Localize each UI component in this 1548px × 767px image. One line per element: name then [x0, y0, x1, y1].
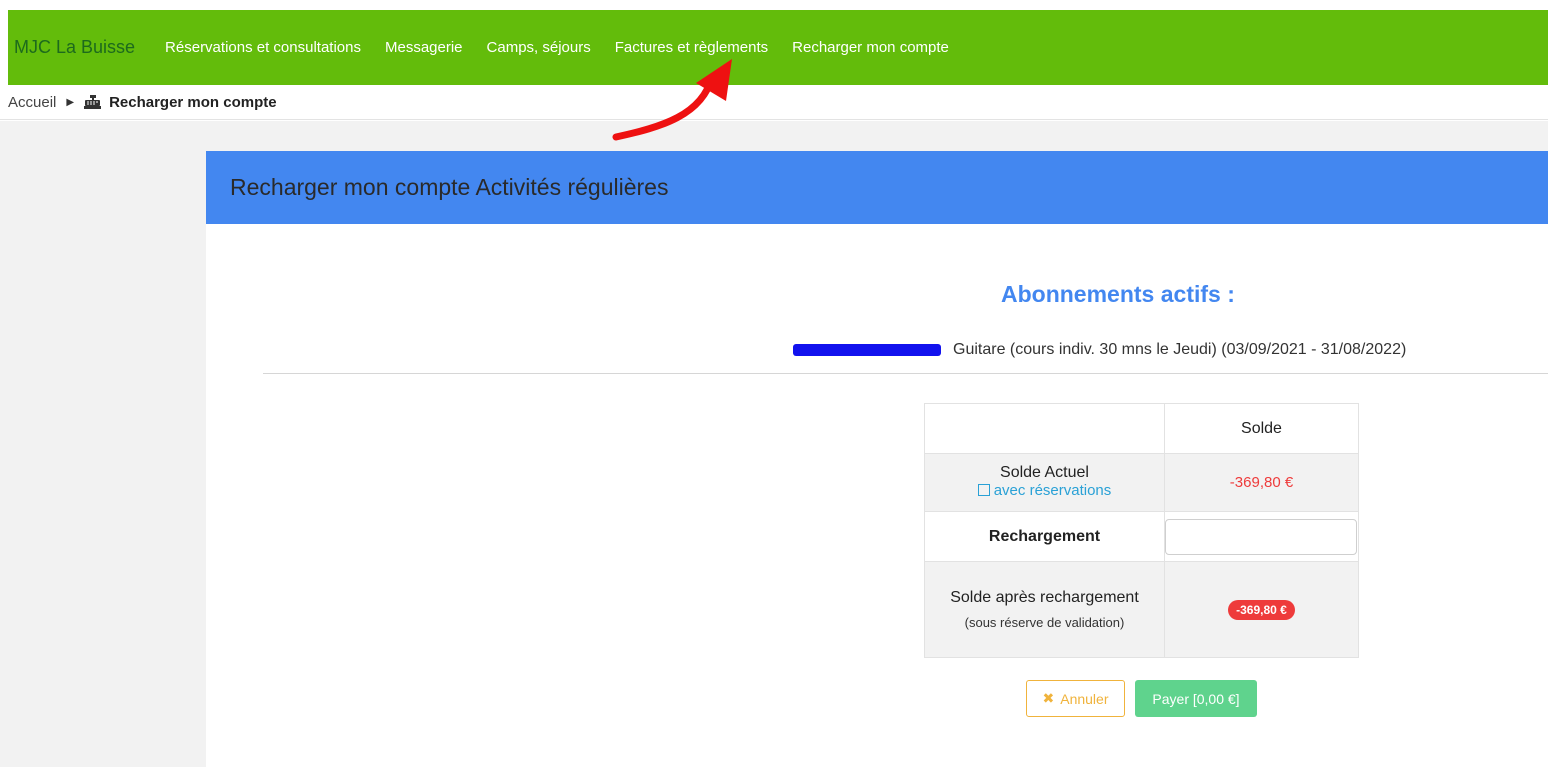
- avec-reservations-toggle[interactable]: avec réservations: [977, 482, 1112, 499]
- solde-actuel-cell: Solde Actuel avec réservations: [924, 453, 1165, 512]
- table-row: Solde après rechargement (sous réserve d…: [924, 561, 1359, 658]
- nav-reservations[interactable]: Réservations et consultations: [165, 39, 361, 56]
- avec-reservations-label[interactable]: avec réservations: [994, 482, 1112, 499]
- red-arrow-annotation: [612, 59, 732, 141]
- nav-messagerie[interactable]: Messagerie: [385, 39, 463, 56]
- checkbox-icon[interactable]: [977, 484, 990, 497]
- breadcrumb: Accueil ▶ Recharger mon compte: [0, 85, 1548, 120]
- top-navbar: MJC La Buisse Réservations et consultati…: [8, 10, 1548, 85]
- solde-apres-note: (sous réserve de validation): [964, 615, 1125, 630]
- caret-right-icon: ▶: [66, 96, 75, 108]
- recharge-panel: Recharger mon compte Activités régulière…: [206, 151, 1548, 767]
- brand-link[interactable]: MJC La Buisse: [14, 37, 135, 58]
- solde-apres-cell: Solde après rechargement (sous réserve d…: [924, 561, 1165, 658]
- solde-apres-value-cell: -369,80 €: [1164, 561, 1359, 658]
- breadcrumb-current: Recharger mon compte: [109, 93, 277, 111]
- solde-apres-label: Solde après rechargement: [950, 589, 1139, 606]
- redacted-name: [793, 344, 941, 356]
- solde-table: Solde Solde Actuel avec réservations -36…: [924, 403, 1359, 658]
- nav-camps[interactable]: Camps, séjours: [487, 39, 591, 56]
- pay-button-label: Payer [0,00 €]: [1152, 690, 1240, 707]
- subscription-text: Guitare (cours indiv. 30 mns le Jeudi) (…: [953, 341, 1407, 358]
- recharge-input[interactable]: [1165, 518, 1357, 555]
- breadcrumb-home[interactable]: Accueil: [8, 94, 56, 111]
- table-row: Solde: [924, 403, 1359, 454]
- cash-register-icon: [84, 95, 102, 109]
- table-row: Solde Actuel avec réservations -369,80 €: [924, 453, 1359, 512]
- table-cell-empty: [924, 403, 1165, 454]
- panel-title: Recharger mon compte Activités régulière…: [230, 174, 669, 200]
- cancel-button-label: Annuler: [1060, 690, 1109, 707]
- subscription-item: Guitare (cours indiv. 30 mns le Jeudi) (…: [793, 341, 1406, 359]
- close-icon: ✖: [1042, 690, 1055, 706]
- subscriptions-title: Abonnements actifs :: [1001, 281, 1235, 307]
- panel-header: Recharger mon compte Activités régulière…: [206, 151, 1548, 224]
- divider: [263, 373, 1548, 374]
- pay-button[interactable]: Payer [0,00 €]: [1135, 680, 1257, 717]
- nav-recharger[interactable]: Recharger mon compte: [792, 39, 949, 56]
- cancel-button[interactable]: ✖ Annuler: [1026, 680, 1125, 717]
- solde-actuel-label: Solde Actuel: [1000, 463, 1089, 481]
- recharge-label: Rechargement: [924, 511, 1165, 562]
- recharge-cell: [1164, 511, 1359, 562]
- solde-actuel-value: -369,80 €: [1164, 453, 1359, 512]
- nav-factures[interactable]: Factures et règlements: [615, 39, 768, 56]
- solde-header: Solde: [1164, 403, 1359, 454]
- table-row: Rechargement: [924, 511, 1359, 562]
- solde-apres-badge: -369,80 €: [1228, 599, 1295, 620]
